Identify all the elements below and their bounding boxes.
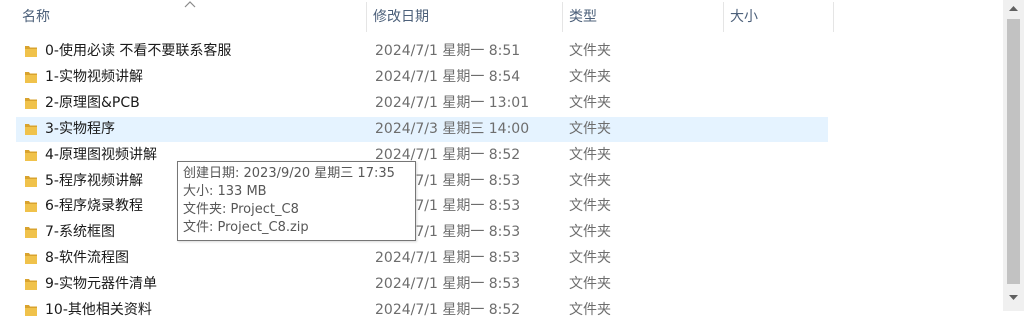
file-type: 文件夹: [569, 95, 611, 111]
file-date: 2024/7/1 星期一 13:01: [375, 95, 530, 111]
file-name: 8-软件流程图: [45, 250, 129, 266]
column-header-type[interactable]: 类型: [563, 0, 723, 34]
column-header-date[interactable]: 修改日期: [367, 0, 562, 34]
folder-icon: [25, 227, 37, 238]
tooltip-created: 创建日期: 2023/9/20 星期三 17:35: [183, 166, 395, 181]
file-type: 文件夹: [569, 43, 611, 59]
file-date: 2024/7/1 星期一 8:53: [375, 276, 521, 292]
tooltip-folders: 文件夹: Project_C8: [183, 202, 299, 217]
file-date: 2024/7/1 星期一 8:51: [375, 43, 521, 59]
file-type: 文件夹: [569, 69, 611, 85]
file-type: 文件夹: [569, 121, 611, 137]
vertical-scrollbar[interactable]: [1003, 0, 1024, 311]
file-type: 文件夹: [569, 224, 611, 240]
file-date: 2024/7/1 星期一 8:53: [375, 250, 521, 266]
file-name: 7-系统框图: [45, 224, 115, 240]
file-type: 文件夹: [569, 250, 611, 266]
file-name: 4-原理图视频讲解: [45, 147, 157, 163]
list-item[interactable]: 4-原理图视频讲解 2024/7/1 星期一 8:52 文件夹: [16, 143, 828, 168]
tooltip-size: 大小: 133 MB: [183, 184, 267, 199]
folder-icon: [25, 46, 37, 57]
column-divider[interactable]: [833, 2, 834, 32]
file-date: 2024/7/3 星期三 14:00: [375, 121, 530, 137]
file-name: 0-使用必读 不看不要联系客服: [45, 43, 232, 59]
folder-icon: [25, 201, 37, 212]
column-header-size[interactable]: 大小: [724, 0, 834, 34]
arrow-down-icon[interactable]: [1003, 287, 1024, 307]
folder-icon: [25, 253, 37, 264]
arrow-up-icon[interactable]: [1003, 0, 1024, 17]
folder-icon: [25, 72, 37, 83]
file-type: 文件夹: [569, 173, 611, 189]
list-item[interactable]: 0-使用必读 不看不要联系客服 2024/7/1 星期一 8:51 文件夹: [16, 39, 828, 64]
list-item[interactable]: 6-程序烧录教程 2024/7/1 星期一 8:53 文件夹: [16, 194, 828, 219]
list-item[interactable]: 5-程序视频讲解 2024/7/1 星期一 8:53 文件夹: [16, 169, 828, 194]
list-item[interactable]: 7-系统框图 2024/7/1 星期一 8:53 文件夹: [16, 220, 828, 245]
tooltip-files: 文件: Project_C8.zip: [183, 220, 309, 235]
file-name: 3-实物程序: [45, 121, 115, 137]
folder-icon: [25, 124, 37, 135]
file-name: 1-实物视频讲解: [45, 69, 143, 85]
folder-icon: [25, 176, 37, 187]
list-item[interactable]: 3-实物程序 2024/7/3 星期三 14:00 文件夹: [16, 117, 828, 142]
file-name: 6-程序烧录教程: [45, 198, 143, 214]
list-item[interactable]: 9-实物元器件清单 2024/7/1 星期一 8:53 文件夹: [16, 272, 828, 297]
column-header: 名称 修改日期 类型 大小: [0, 0, 1003, 34]
chevron-up-icon: [184, 1, 196, 8]
file-name: 5-程序视频讲解: [45, 173, 143, 189]
file-name: 2-原理图&PCB: [45, 95, 140, 111]
folder-icon: [25, 279, 37, 290]
scrollbar-thumb[interactable]: [1007, 19, 1020, 284]
list-item[interactable]: 8-软件流程图 2024/7/1 星期一 8:53 文件夹: [16, 246, 828, 271]
folder-icon: [25, 98, 37, 109]
file-type: 文件夹: [569, 147, 611, 163]
file-name: 9-实物元器件清单: [45, 276, 157, 292]
file-type: 文件夹: [569, 276, 611, 292]
file-type: 文件夹: [569, 198, 611, 214]
folder-icon: [25, 150, 37, 161]
list-item[interactable]: 1-实物视频讲解 2024/7/1 星期一 8:54 文件夹: [16, 65, 828, 90]
list-item[interactable]: 2-原理图&PCB 2024/7/1 星期一 13:01 文件夹: [16, 91, 828, 116]
file-date: 2024/7/1 星期一 8:54: [375, 69, 521, 85]
item-tooltip: 创建日期: 2023/9/20 星期三 17:35 大小: 133 MB 文件夹…: [177, 161, 416, 241]
